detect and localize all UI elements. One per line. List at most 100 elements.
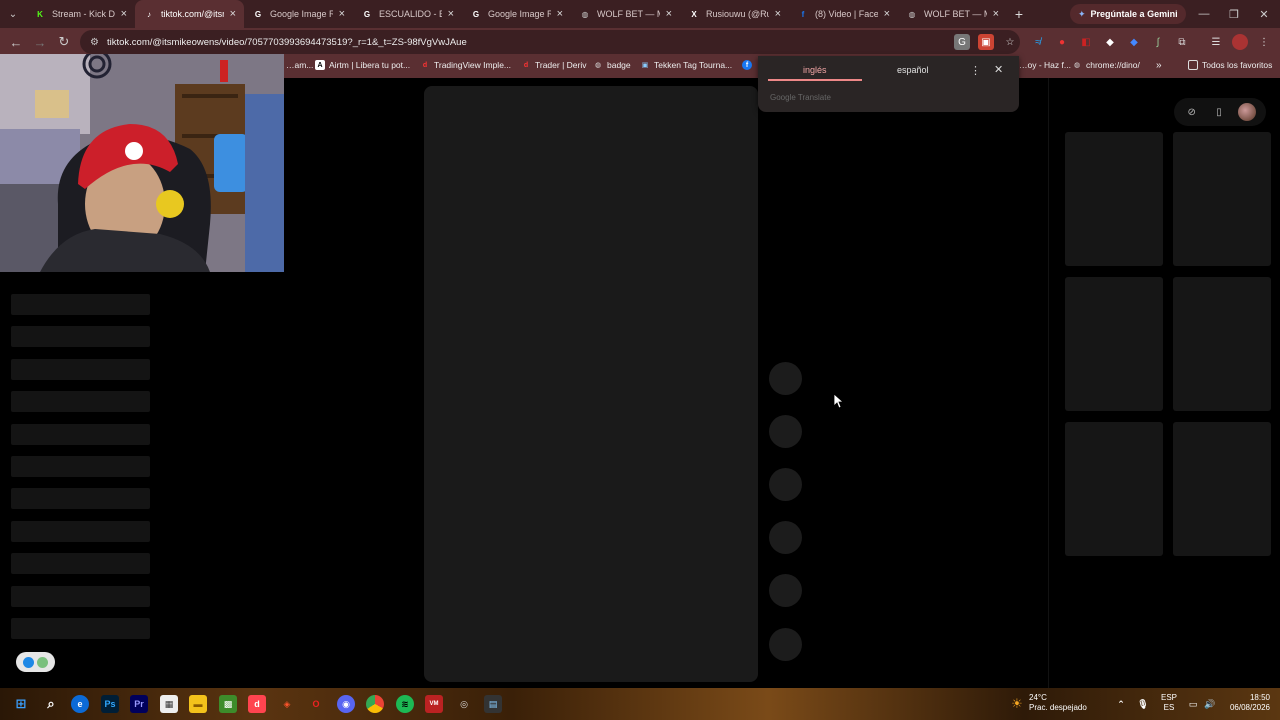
video-thumbnail-skeleton[interactable]	[1065, 277, 1163, 411]
microphone-icon[interactable]: 🎙	[1134, 695, 1152, 713]
edge-icon[interactable]: e	[71, 695, 89, 713]
bookmark-item[interactable]: d Trader | Deriv	[521, 60, 587, 70]
calendar-icon[interactable]: ▦	[160, 695, 178, 713]
bookmark-item[interactable]: d TradingView Imple...	[420, 60, 511, 70]
bookmark-item[interactable]: ◍ badge	[593, 60, 631, 70]
translate-menu-icon[interactable]: ⋮	[970, 64, 981, 77]
tab[interactable]: G Google Image Re ×	[244, 0, 353, 28]
premiere-icon[interactable]: Pr	[130, 695, 148, 713]
volume-icon[interactable]: 🔊	[1201, 695, 1219, 713]
reload-button[interactable]: ↻	[52, 30, 76, 54]
extension-icon[interactable]: ∫	[1150, 34, 1166, 50]
extension-icon[interactable]: ◆	[1102, 34, 1118, 50]
action-button-skeleton[interactable]	[769, 574, 802, 607]
compass-icon[interactable]: ⊘	[1184, 104, 1200, 120]
minimize-button[interactable]: —	[1188, 0, 1220, 28]
new-tab-button[interactable]: +	[1007, 6, 1031, 22]
video-thumbnail-skeleton[interactable]	[1173, 422, 1271, 556]
bookmark-item[interactable]: …oy - Haz f...	[1019, 60, 1071, 70]
maximize-button[interactable]: ❐	[1218, 0, 1250, 28]
action-button-skeleton[interactable]	[769, 521, 802, 554]
extension-icon[interactable]: ●	[1054, 34, 1070, 50]
minecraft-icon[interactable]: ▩	[219, 695, 237, 713]
translate-icon[interactable]: G	[954, 34, 970, 50]
windows-start-icon[interactable]: ⊞	[12, 695, 30, 713]
obs-icon[interactable]: ◎	[455, 695, 473, 713]
clock[interactable]: 18:50 06/08/2026	[1224, 693, 1270, 713]
tab[interactable]: ♪ tiktok.com/@itsm ×	[135, 0, 244, 28]
chrome-icon[interactable]	[366, 695, 384, 713]
video-thumbnail-skeleton[interactable]	[1065, 422, 1163, 556]
all-bookmarks-button[interactable]: Todos los favoritos	[1188, 60, 1272, 70]
bookmark-item[interactable]: ▣ Tekken Tag Tourna...	[640, 60, 732, 70]
bookmark-item[interactable]: …am...	[286, 60, 313, 70]
bookmarks-overflow-button[interactable]: »	[1156, 60, 1162, 71]
close-tab-icon[interactable]: ×	[666, 8, 672, 20]
folder-icon[interactable]: ▬	[189, 695, 207, 713]
phone-icon[interactable]: ▯	[1211, 104, 1227, 120]
discord-icon[interactable]: ◉	[337, 695, 355, 713]
action-button-skeleton[interactable]	[769, 362, 802, 395]
forward-button[interactable]: →	[28, 30, 52, 54]
facebook-bookmark[interactable]: f	[742, 60, 752, 70]
video-placeholder[interactable]	[424, 86, 758, 682]
video-thumbnail-skeleton[interactable]	[1065, 132, 1163, 266]
close-window-button[interactable]: ✕	[1248, 0, 1280, 28]
weather-icon[interactable]: ☀	[1008, 695, 1026, 713]
action-button-skeleton[interactable]	[769, 415, 802, 448]
close-tab-icon[interactable]: ×	[448, 8, 454, 20]
terminal-icon[interactable]: ▤	[484, 695, 502, 713]
language-indicator[interactable]: ESP ES	[1161, 693, 1177, 713]
gemini-button[interactable]: ✦ Pregúntale a Gemini	[1070, 4, 1186, 24]
menu-kebab-icon[interactable]: ⋮	[1256, 34, 1272, 50]
close-tab-icon[interactable]: ×	[884, 8, 890, 20]
translate-target-tab[interactable]: español	[897, 65, 929, 75]
network-icon[interactable]: ▭	[1184, 695, 1202, 713]
search-icon[interactable]: ⌕	[42, 695, 60, 713]
extension-icon[interactable]: ◆	[1126, 34, 1142, 50]
profile-avatar[interactable]	[1232, 34, 1248, 50]
brave-icon[interactable]: ◈	[278, 695, 296, 713]
close-tab-icon[interactable]: ×	[230, 8, 236, 20]
tab-search-button[interactable]: ⌄	[0, 0, 26, 28]
extension-icon[interactable]: ≉	[1030, 34, 1046, 50]
tray-chevron-icon[interactable]: ⌃	[1112, 695, 1130, 713]
tab[interactable]: X Rusiouwu (@Rus ×	[680, 0, 789, 28]
close-tab-icon[interactable]: ×	[339, 8, 345, 20]
extensions-puzzle-icon[interactable]: ⧉	[1174, 34, 1190, 50]
site-info-icon[interactable]: ⚙	[90, 37, 99, 48]
action-button-skeleton[interactable]	[769, 628, 802, 661]
deriv-icon[interactable]: d	[248, 695, 266, 713]
close-tab-icon[interactable]: ×	[993, 8, 999, 20]
video-thumbnail-skeleton[interactable]	[1173, 132, 1271, 266]
opera-icon[interactable]: O	[307, 695, 325, 713]
tab[interactable]: G ESCUALIDO - Bu ×	[353, 0, 462, 28]
bookmark-item[interactable]: ◍ chrome://dino/	[1072, 60, 1140, 70]
voicemeeter-icon[interactable]: VM	[425, 695, 443, 713]
tab[interactable]: f (8) Video | Faceb ×	[789, 0, 898, 28]
bookmark-star-icon[interactable]: ☆	[1002, 34, 1018, 50]
close-tab-icon[interactable]: ×	[557, 8, 563, 20]
tab[interactable]: ◍ WOLF BET — Me ×	[898, 0, 1007, 28]
back-button[interactable]: ←	[4, 30, 28, 54]
address-bar[interactable]: ⚙ tiktok.com/@itsmikeowens/video/7057703…	[80, 30, 1020, 54]
close-tab-icon[interactable]: ×	[121, 8, 127, 20]
cast-icon[interactable]: ▣	[978, 34, 994, 50]
extension-icon[interactable]: ◧	[1078, 34, 1094, 50]
extension-pill[interactable]	[16, 652, 55, 672]
bookmark-item[interactable]: A Airtm | Libera tu pot...	[315, 60, 410, 70]
avatar[interactable]	[1238, 103, 1257, 121]
action-button-skeleton[interactable]	[769, 468, 802, 501]
spotify-icon[interactable]: ≋	[396, 695, 414, 713]
tab[interactable]: G Google Image Re ×	[462, 0, 571, 28]
tab[interactable]: K Stream - Kick Da ×	[26, 0, 135, 28]
close-tab-icon[interactable]: ×	[775, 8, 781, 20]
close-icon[interactable]: ✕	[994, 63, 1003, 76]
weather-widget[interactable]: 24°C Prac. despejado	[1029, 693, 1087, 713]
video-thumbnail-skeleton[interactable]	[1173, 277, 1271, 411]
tiktok-icon: ♪	[147, 9, 151, 19]
photoshop-icon[interactable]: Ps	[101, 695, 119, 713]
reading-list-icon[interactable]: ☰	[1208, 34, 1224, 50]
translate-source-tab[interactable]: inglés	[803, 65, 827, 75]
tab[interactable]: ◍ WOLF BET — Me ×	[571, 0, 680, 28]
